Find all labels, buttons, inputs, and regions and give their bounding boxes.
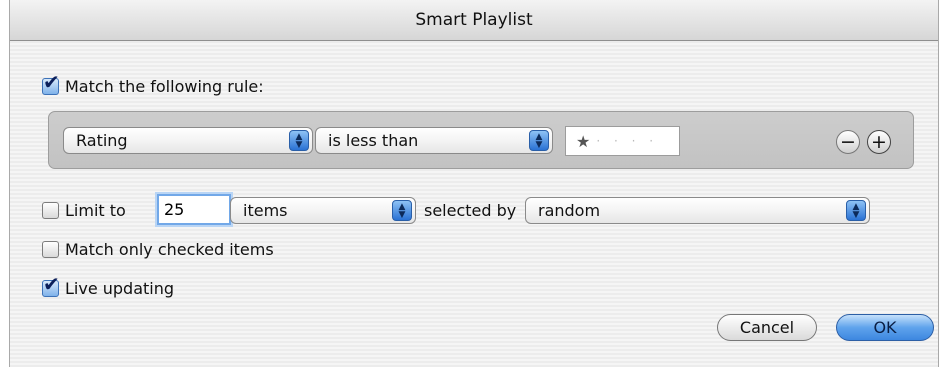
live-updating-checkbox[interactable]: ✔ xyxy=(42,272,60,297)
rule-field-popup[interactable]: Rating ▲ ▼ xyxy=(63,127,313,154)
plus-icon: + xyxy=(871,130,887,153)
smart-playlist-dialog: Smart Playlist ✔ Match the following rul… xyxy=(9,0,939,367)
rule-operator-value: is less than xyxy=(328,131,419,150)
window-title: Smart Playlist xyxy=(415,10,533,30)
popup-arrows-icon: ▲ ▼ xyxy=(529,130,549,151)
remove-rule-button[interactable]: − xyxy=(836,130,860,154)
selected-by-label: selected by xyxy=(424,201,517,220)
popup-arrows-icon: ▲ ▼ xyxy=(392,200,412,221)
rule-field-value: Rating xyxy=(76,131,128,150)
selected-by-value: random xyxy=(538,201,601,220)
selected-by-popup[interactable]: random ▲ ▼ xyxy=(525,197,870,224)
match-rule-row[interactable]: ✔ Match the following rule: xyxy=(42,70,264,96)
ok-button[interactable]: OK xyxy=(836,314,934,341)
limit-row[interactable]: Limit to xyxy=(42,201,126,220)
ok-label: OK xyxy=(873,318,897,337)
add-rule-button[interactable]: + xyxy=(867,130,891,154)
match-rule-checkbox[interactable]: ✔ xyxy=(42,70,60,95)
cancel-button[interactable]: Cancel xyxy=(717,314,817,341)
rating-stars-field[interactable]: ★ · · · · xyxy=(565,126,680,156)
limit-checkbox[interactable] xyxy=(42,202,59,219)
limit-unit-value: items xyxy=(243,201,288,220)
match-rule-label: Match the following rule: xyxy=(65,77,264,96)
match-checked-checkbox[interactable] xyxy=(42,241,59,258)
filled-star-icon: ★ xyxy=(576,131,591,151)
match-checked-label: Match only checked items xyxy=(65,240,274,259)
limit-unit-popup[interactable]: items ▲ ▼ xyxy=(230,197,416,224)
live-updating-label: Live updating xyxy=(65,279,175,298)
popup-arrows-icon: ▲ ▼ xyxy=(289,130,309,151)
rule-operator-popup[interactable]: is less than ▲ ▼ xyxy=(315,127,553,154)
cancel-label: Cancel xyxy=(739,318,795,337)
window-titlebar[interactable]: Smart Playlist xyxy=(10,0,938,41)
checkmark-icon: ✔ xyxy=(43,272,60,296)
checkmark-icon: ✔ xyxy=(43,70,60,94)
empty-stars-dots: · · · · xyxy=(596,134,659,148)
match-checked-row[interactable]: Match only checked items xyxy=(42,240,274,259)
popup-arrows-icon: ▲ ▼ xyxy=(846,200,866,221)
limit-label: Limit to xyxy=(65,201,126,220)
minus-icon: − xyxy=(840,130,856,153)
limit-amount-input[interactable] xyxy=(157,194,231,225)
live-updating-row[interactable]: ✔ Live updating xyxy=(42,272,175,298)
